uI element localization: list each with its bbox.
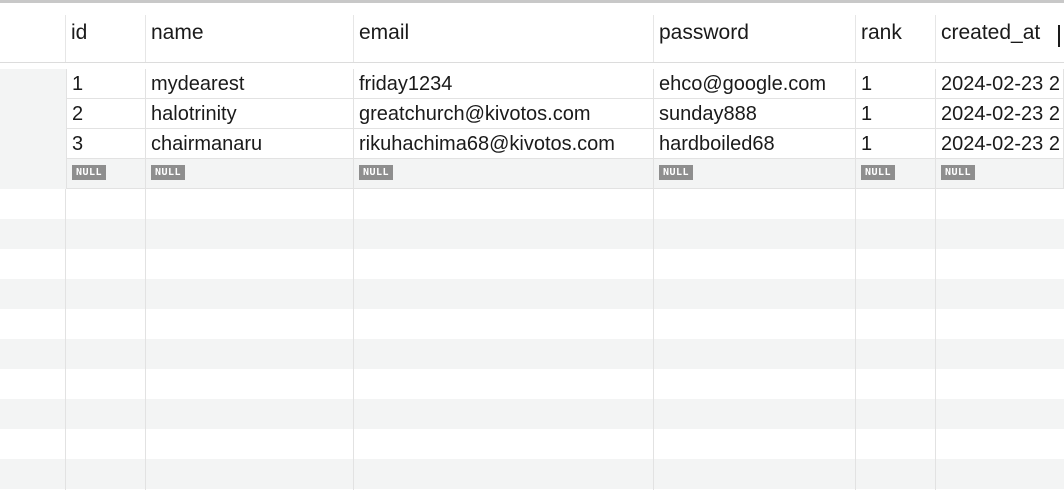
results-grid: id name email password rank created_at 1… (0, 0, 1064, 490)
empty-row (0, 429, 1064, 459)
new-row[interactable]: NULL NULL NULL NULL NULL NULL (0, 159, 1064, 189)
cell-id[interactable]: 3 (66, 129, 146, 159)
null-badge: NULL (659, 165, 694, 181)
grid-line (65, 189, 66, 490)
null-badge: NULL (861, 165, 896, 181)
null-badge: NULL (72, 165, 107, 181)
cell-name[interactable]: NULL (146, 159, 354, 189)
column-header-password[interactable]: password (654, 3, 856, 62)
column-header-row: id name email password rank created_at (0, 3, 1064, 63)
cell-rank[interactable]: 1 (856, 69, 936, 99)
grid-line (653, 189, 654, 490)
column-divider[interactable] (935, 15, 936, 62)
cell-email[interactable]: friday1234 (354, 69, 654, 99)
column-header-id[interactable]: id (66, 3, 146, 62)
grid-line (935, 189, 936, 490)
cell-email[interactable]: greatchurch@kivotos.com (354, 99, 654, 129)
table-row[interactable]: 1 mydearest friday1234 ehco@google.com 1… (0, 69, 1064, 99)
cell-rank[interactable]: NULL (856, 159, 936, 189)
cell-created-at[interactable]: 2024-02-23 2 (936, 99, 1064, 129)
column-header-email[interactable]: email (354, 3, 654, 62)
empty-row (0, 339, 1064, 369)
column-divider[interactable] (653, 15, 654, 62)
column-divider[interactable] (1058, 25, 1060, 47)
cell-created-at[interactable]: NULL (936, 159, 1064, 189)
cell-password[interactable]: hardboiled68 (654, 129, 856, 159)
cell-password[interactable]: ehco@google.com (654, 69, 856, 99)
empty-row (0, 459, 1064, 489)
empty-row (0, 219, 1064, 249)
table-row[interactable]: 2 halotrinity greatchurch@kivotos.com su… (0, 99, 1064, 129)
column-header-name[interactable]: name (146, 3, 354, 62)
table-row[interactable]: 3 chairmanaru rikuhachima68@kivotos.com … (0, 129, 1064, 159)
cell-id[interactable]: 1 (66, 69, 146, 99)
cell-created-at[interactable]: 2024-02-23 2 (936, 69, 1064, 99)
cell-created-at[interactable]: 2024-02-23 2 (936, 129, 1064, 159)
empty-row (0, 249, 1064, 279)
grid-line (353, 189, 354, 490)
column-header-created-at[interactable]: created_at (936, 3, 1064, 62)
empty-row (0, 369, 1064, 399)
empty-row (0, 399, 1064, 429)
cell-rank[interactable]: 1 (856, 129, 936, 159)
cell-name[interactable]: mydearest (146, 69, 354, 99)
cell-email[interactable]: NULL (354, 159, 654, 189)
empty-row (0, 189, 1064, 219)
empty-row (0, 279, 1064, 309)
grid-line (145, 189, 146, 490)
cell-id[interactable]: NULL (66, 159, 146, 189)
cell-id[interactable]: 2 (66, 99, 146, 129)
empty-row (0, 309, 1064, 339)
column-divider[interactable] (145, 15, 146, 62)
cell-name[interactable]: halotrinity (146, 99, 354, 129)
cell-password[interactable]: sunday888 (654, 99, 856, 129)
cell-rank[interactable]: 1 (856, 99, 936, 129)
null-badge: NULL (151, 165, 186, 181)
cell-email[interactable]: rikuhachima68@kivotos.com (354, 129, 654, 159)
null-badge: NULL (941, 165, 976, 181)
column-header-rank[interactable]: rank (856, 3, 936, 62)
column-divider[interactable] (855, 15, 856, 62)
column-divider[interactable] (65, 15, 66, 62)
column-divider[interactable] (353, 15, 354, 62)
grid-line (855, 189, 856, 490)
cell-password[interactable]: NULL (654, 159, 856, 189)
null-badge: NULL (359, 165, 394, 181)
cell-name[interactable]: chairmanaru (146, 129, 354, 159)
